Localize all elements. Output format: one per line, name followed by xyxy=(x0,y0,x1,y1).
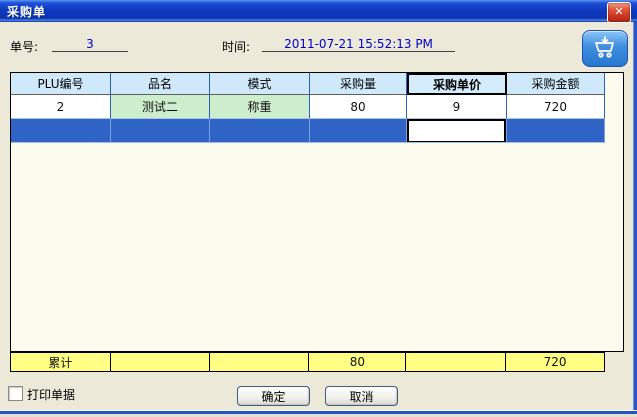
order-no-value[interactable]: 3 xyxy=(52,37,128,52)
close-icon: ✕ xyxy=(614,5,623,18)
totals-label: 累计 xyxy=(11,353,111,371)
order-no-label: 单号: xyxy=(10,38,38,55)
time-label: 时间: xyxy=(222,38,250,55)
cell-amount-empty[interactable] xyxy=(507,119,605,143)
cell-unit-price[interactable]: 9 xyxy=(407,95,507,119)
cell-amount[interactable]: 720 xyxy=(507,95,605,119)
totals-empty-price xyxy=(406,353,506,371)
cell-mode-empty[interactable] xyxy=(210,119,310,143)
table-row: 2 测试二 称重 80 9 720 xyxy=(11,95,605,119)
table-row-selected[interactable] xyxy=(11,119,605,143)
cell-unit-price-editing[interactable] xyxy=(407,119,507,143)
cell-name-empty[interactable] xyxy=(111,119,210,143)
totals-amount: 720 xyxy=(506,353,604,371)
column-header-qty[interactable]: 采购量 xyxy=(310,73,407,95)
title-bar[interactable]: 采购单 ✕ xyxy=(0,0,637,22)
time-value[interactable]: 2011-07-21 15:52:13 PM xyxy=(262,37,455,52)
window-right-border xyxy=(633,20,637,417)
print-receipt-label: 打印单据 xyxy=(27,386,75,403)
cell-mode[interactable]: 称重 xyxy=(210,95,310,119)
column-header-amount[interactable]: 采购金额 xyxy=(507,73,605,95)
totals-row: 累计 80 720 xyxy=(10,352,605,372)
close-button[interactable]: ✕ xyxy=(607,2,631,23)
totals-empty-mode xyxy=(210,353,310,371)
ok-button[interactable]: 确定 xyxy=(237,386,310,406)
unit-price-input[interactable] xyxy=(407,119,506,143)
column-header-name[interactable]: 品名 xyxy=(111,73,210,95)
column-header-unit-price[interactable]: 采购单价 xyxy=(407,73,507,95)
cancel-button[interactable]: 取消 xyxy=(325,386,398,406)
table-header-row: PLU编号 品名 模式 采购量 采购单价 采购金额 xyxy=(11,73,605,95)
column-header-mode[interactable]: 模式 xyxy=(210,73,310,95)
cell-plu[interactable]: 2 xyxy=(11,95,111,119)
cell-qty[interactable]: 80 xyxy=(310,95,407,119)
totals-empty-name xyxy=(111,353,210,371)
window-bottom-border xyxy=(0,410,637,417)
add-item-button[interactable] xyxy=(582,30,628,67)
cell-qty-empty[interactable] xyxy=(310,119,407,143)
totals-qty: 80 xyxy=(309,353,406,371)
cart-icon xyxy=(592,35,618,63)
window-title: 采购单 xyxy=(7,3,46,20)
print-receipt-checkbox[interactable] xyxy=(8,386,23,401)
items-table: PLU编号 品名 模式 采购量 采购单价 采购金额 2 测试二 称重 80 9 … xyxy=(10,72,624,352)
purchase-order-dialog: 采购单 ✕ 单号: 3 时间: 2011-07-21 15:52:13 PM P… xyxy=(0,0,637,417)
cell-plu-empty[interactable] xyxy=(11,119,111,143)
column-header-plu[interactable]: PLU编号 xyxy=(11,73,111,95)
cell-name[interactable]: 测试二 xyxy=(111,95,210,119)
